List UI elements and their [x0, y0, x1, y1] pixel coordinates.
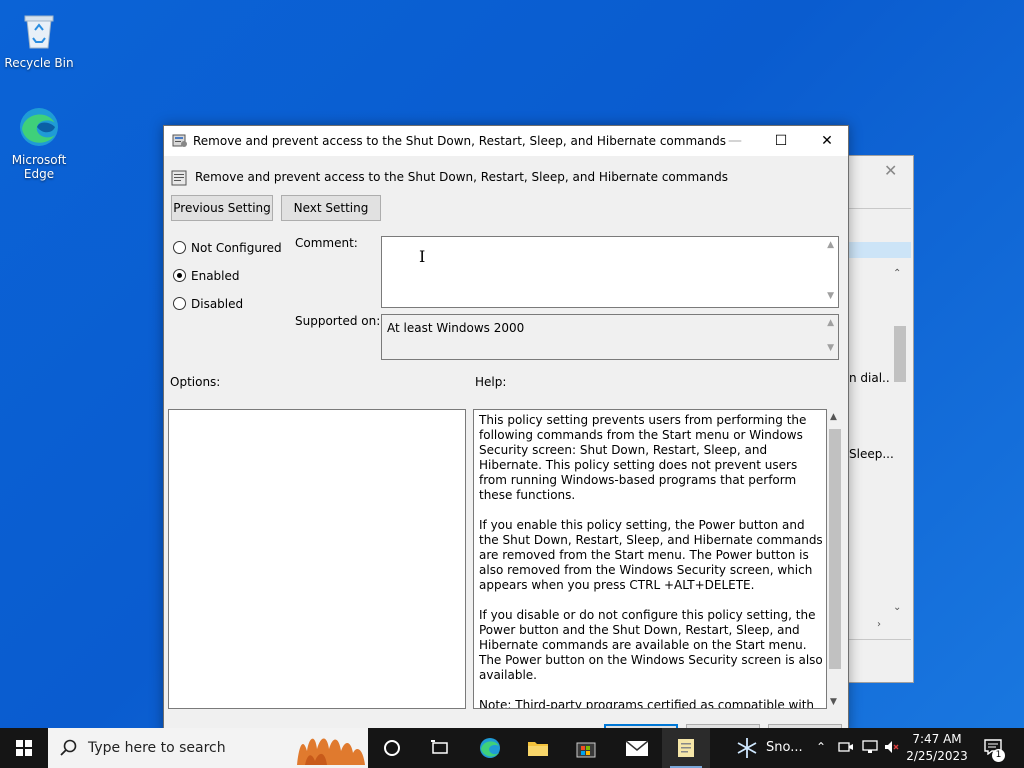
close-icon[interactable]: ✕ [884, 161, 897, 180]
taskbar-file-explorer[interactable] [514, 728, 562, 768]
windows-icon [16, 740, 32, 756]
next-setting-button[interactable]: Next Setting [281, 195, 381, 221]
scroll-down-icon[interactable]: ▼ [827, 291, 834, 301]
selected-row[interactable] [849, 242, 911, 258]
minimize-button[interactable]: — [712, 126, 758, 156]
notepad-icon [678, 739, 694, 757]
radio-circle-selected[interactable] [173, 269, 186, 282]
taskbar-task-view[interactable] [416, 728, 464, 768]
setting-icon [171, 170, 187, 186]
supported-on-value: At least Windows 2000 [387, 321, 525, 335]
scroll-down-icon[interactable]: ▼ [827, 343, 834, 353]
store-icon [576, 742, 596, 758]
taskbar-mail[interactable] [612, 728, 660, 768]
cortana-icon [384, 740, 400, 756]
comment-label: Comment: [295, 236, 358, 250]
search-placeholder: Type here to search [88, 740, 226, 756]
radio-label: Enabled [191, 269, 240, 283]
clock-date: 2/25/2023 [906, 749, 968, 763]
divider [849, 639, 911, 640]
options-label: Options: [170, 375, 221, 389]
scroll-up-icon[interactable]: ▲ [827, 240, 834, 250]
taskbar-edge[interactable] [466, 728, 514, 768]
help-label: Help: [475, 375, 507, 389]
meet-now-icon[interactable] [838, 740, 854, 757]
scroll-right-icon[interactable]: › [877, 619, 881, 630]
clock-time: 7:47 AM [912, 732, 962, 746]
taskbar-policy-editor[interactable] [662, 728, 710, 768]
help-scrollbar[interactable]: ▲ ▼ [827, 409, 843, 709]
policy-icon [172, 133, 188, 149]
divider [849, 208, 911, 209]
start-button[interactable] [0, 728, 48, 768]
recycle-bin-icon [17, 8, 61, 52]
desktop-icon-label: Microsoft Edge [11, 153, 67, 181]
options-pane[interactable] [168, 409, 466, 709]
notification-center-button[interactable]: 1 [976, 728, 1012, 768]
edge-icon [17, 105, 61, 149]
radio-dot [177, 273, 182, 278]
scroll-up-icon[interactable]: ▲ [830, 412, 837, 422]
chevron-up-icon[interactable]: ⌃ [816, 740, 826, 754]
scroll-down-icon[interactable]: ▼ [830, 697, 837, 707]
search-box[interactable]: Type here to search [48, 728, 368, 768]
supported-on-field: At least Windows 2000 ▲ ▼ [381, 314, 839, 360]
list-item[interactable]: Sleep... [849, 447, 895, 461]
comment-field[interactable]: ▲ ▼ [381, 236, 839, 308]
scrollbar-thumb[interactable] [894, 326, 906, 382]
taskbar-store[interactable] [562, 728, 610, 768]
close-button[interactable]: ✕ [804, 126, 850, 156]
taskbar: Type here to search Sno... ⌃ 7:47 AM 2/2… [0, 728, 1024, 768]
folder-icon [528, 742, 548, 756]
scrollbar-thumb[interactable] [829, 429, 841, 669]
desktop-icon-label: Recycle Bin [4, 56, 74, 70]
radio-circle[interactable] [173, 241, 186, 254]
system-clock[interactable]: 7:47 AM 2/25/2023 [902, 731, 972, 765]
maximize-button[interactable]: ☐ [758, 126, 804, 156]
help-text: This policy setting prevents users from … [479, 413, 823, 709]
snow-app-label: Sno... [766, 740, 803, 755]
radio-label: Disabled [191, 297, 244, 311]
search-highlight-icon [297, 738, 365, 765]
volume-muted-icon[interactable] [884, 740, 900, 757]
policy-setting-dialog[interactable]: Remove and prevent access to the Shut Do… [163, 125, 849, 736]
snowflake-icon [737, 738, 757, 758]
scroll-up-icon[interactable]: ⌃ [893, 268, 901, 279]
mail-icon [625, 740, 649, 756]
setting-title: Remove and prevent access to the Shut Do… [195, 170, 728, 184]
scrollbar[interactable] [892, 266, 908, 611]
network-icon[interactable] [862, 740, 878, 757]
title-bar[interactable]: Remove and prevent access to the Shut Do… [164, 126, 848, 156]
help-pane[interactable]: This policy setting prevents users from … [473, 409, 827, 709]
taskbar-snow-app[interactable]: Sno... [724, 728, 812, 768]
task-view-button[interactable] [368, 728, 416, 768]
edge-icon [480, 738, 500, 758]
text-cursor-icon: I [419, 247, 426, 266]
scroll-up-icon[interactable]: ▲ [827, 318, 834, 328]
list-item[interactable]: n dial... [849, 371, 889, 385]
notification-badge: 1 [992, 749, 1005, 762]
desktop-icon-recycle-bin[interactable]: Recycle Bin [1, 8, 77, 70]
scroll-down-icon[interactable]: ⌄ [893, 602, 901, 613]
search-icon [60, 739, 77, 756]
radio-circle[interactable] [173, 297, 186, 310]
previous-setting-button[interactable]: Previous Setting [171, 195, 273, 221]
window-title: Remove and prevent access to the Shut Do… [193, 134, 726, 148]
supported-on-label: Supported on: [295, 314, 381, 328]
desktop-icon-edge[interactable]: Microsoft Edge [1, 105, 77, 181]
task-view-icon [431, 740, 448, 754]
radio-label: Not Configured [191, 241, 282, 255]
